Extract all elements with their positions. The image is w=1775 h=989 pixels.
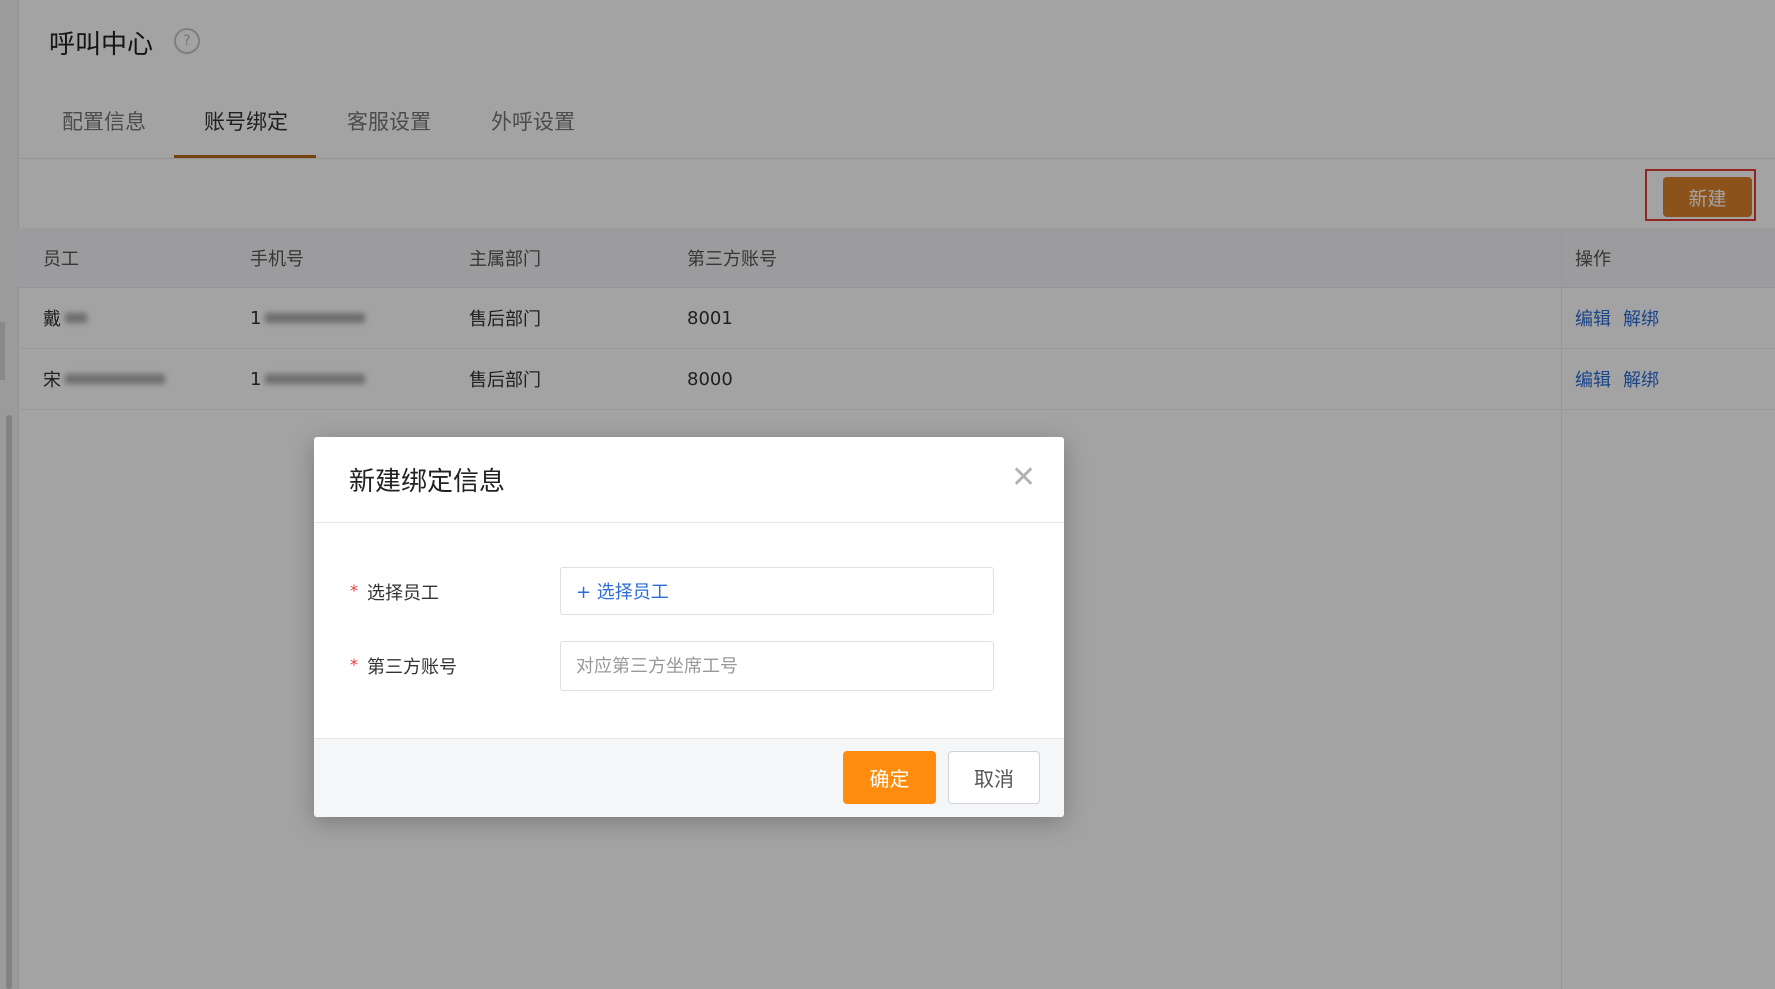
select-employee-field[interactable]: + 选择员工 (560, 567, 994, 615)
form-row-third-party-account: * 第三方账号 (314, 641, 1064, 691)
form-row-select-employee: * 选择员工 + 选择员工 (314, 567, 1064, 617)
third-party-account-field (560, 641, 994, 691)
required-mark: * (350, 581, 358, 600)
confirm-button[interactable]: 确定 (843, 751, 936, 804)
third-party-account-input[interactable] (576, 655, 976, 677)
field-label: 选择员工 (367, 583, 439, 604)
field-label: 第三方账号 (367, 657, 457, 678)
required-mark: * (350, 655, 358, 674)
dialog-title: 新建绑定信息 (349, 467, 506, 497)
cancel-button[interactable]: 取消 (948, 751, 1040, 804)
new-binding-dialog: 新建绑定信息 ✕ * 选择员工 + 选择员工 * 第三方账号 确定 取消 (314, 437, 1064, 817)
dialog-header: 新建绑定信息 ✕ (314, 437, 1064, 523)
close-icon[interactable]: ✕ (1011, 463, 1036, 493)
dialog-footer: 确定 取消 (314, 738, 1064, 817)
